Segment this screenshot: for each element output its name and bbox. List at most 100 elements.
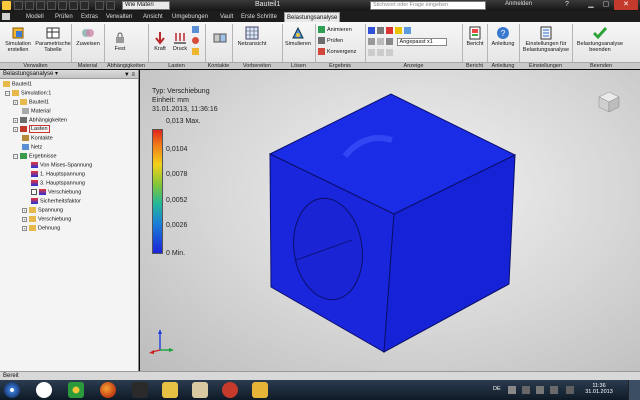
viewcube-icon[interactable] (598, 91, 620, 113)
inventor-logo-icon[interactable] (2, 1, 11, 10)
tree-node-results[interactable]: − Ergebnisse (13, 153, 57, 160)
tree-node-mesh[interactable]: Netz (22, 144, 42, 151)
chevron-down-icon[interactable]: ▾ (53, 71, 58, 77)
pressure-button[interactable]: Druck (170, 31, 190, 52)
minimize-button[interactable]: ▁ (584, 0, 598, 10)
new-icon[interactable] (14, 1, 23, 10)
tab-menu-icon[interactable] (2, 13, 10, 20)
icq-icon[interactable] (68, 382, 84, 398)
recorder-icon[interactable] (222, 382, 238, 398)
simulate-button[interactable]: Simulieren (285, 26, 311, 47)
parametric-table-button[interactable]: Parametrische Tabelle (34, 26, 72, 53)
tree-node-displacement[interactable]: Verschiebung (31, 189, 81, 196)
tree-node-safety-factor[interactable]: Sicherheitsfaktor (31, 198, 81, 205)
tab-umgebungen[interactable]: Umgebungen (170, 12, 210, 22)
tab-pruefen[interactable]: Prüfen (53, 12, 75, 22)
cat-app-icon[interactable] (36, 382, 52, 398)
home-icon[interactable] (69, 1, 78, 10)
open-icon[interactable] (25, 1, 34, 10)
expand-icon[interactable]: + (13, 99, 18, 105)
tree-node-part[interactable]: Bauteil1 (3, 81, 32, 88)
signin-link[interactable]: Anmelden (505, 1, 532, 7)
mesh-view-button[interactable]: Netzansicht (235, 26, 269, 47)
tree-node-part-ref[interactable]: + Bauteil1 (13, 99, 49, 106)
force-button[interactable]: Kraft (151, 31, 169, 52)
scale-dropdown[interactable]: Angepasst x1 (396, 38, 447, 46)
guide-button[interactable]: ? Anleitung (488, 26, 518, 47)
material-combo[interactable]: Wie Materi (122, 1, 170, 10)
minpoint-icon[interactable] (395, 27, 402, 34)
probe-label-icon[interactable] (386, 38, 393, 46)
expand-icon[interactable]: + (13, 117, 18, 123)
volume-icon[interactable] (536, 386, 544, 394)
contour-icon[interactable] (377, 27, 384, 34)
network-icon[interactable] (522, 386, 530, 394)
expand-icon[interactable]: + (22, 207, 27, 213)
color-bar-icon[interactable] (404, 27, 411, 34)
tree-node-stress[interactable]: + Spannung (22, 207, 63, 214)
collapse-icon[interactable]: − (13, 153, 18, 159)
maximize-button[interactable]: ▢ (599, 0, 613, 10)
close-button[interactable]: ✕ (614, 0, 638, 10)
vector-icon[interactable] (386, 49, 393, 56)
language-indicator[interactable]: DE (493, 386, 501, 392)
expand-icon[interactable]: + (22, 216, 27, 222)
select-icon[interactable] (80, 1, 89, 10)
expand-icon[interactable]: + (22, 225, 27, 231)
flag-icon[interactable] (550, 386, 558, 394)
tab-belastungsanalyse[interactable]: Belastungsanalyse (284, 12, 341, 22)
tray-icon[interactable] (508, 386, 516, 394)
media-player-icon[interactable] (132, 382, 148, 398)
maxpoint-icon[interactable] (386, 27, 393, 34)
color-swatch-icon[interactable] (95, 1, 104, 10)
gravity-button[interactable] (192, 48, 201, 55)
tab-verwalten[interactable]: Verwalten (104, 12, 134, 22)
cube-model[interactable] (140, 70, 640, 371)
firefox-icon[interactable] (100, 382, 116, 398)
show-desktop-button[interactable] (628, 380, 640, 400)
smooth-shading-icon[interactable] (368, 27, 375, 34)
animate-button[interactable]: Animieren (318, 26, 352, 33)
browser-header[interactable]: Belastungsanalyse ▾ ▼ ≡ (0, 70, 138, 79)
tab-modell[interactable]: Modell (24, 12, 46, 22)
save-icon[interactable] (36, 1, 45, 10)
power-icon[interactable] (566, 386, 574, 394)
inventor-taskbar-icon[interactable] (252, 382, 268, 398)
tab-extras[interactable]: Extras (79, 12, 100, 22)
moment-button[interactable] (192, 37, 201, 44)
contacts-button[interactable] (210, 31, 230, 46)
tree-node-vonmises[interactable]: Von Mises-Spannung (31, 162, 92, 169)
clock[interactable]: 11:36 31.01.2013 (584, 383, 614, 395)
tree-node-principal-1[interactable]: 1. Hauptspannung (31, 171, 85, 178)
update-icon[interactable] (106, 1, 115, 10)
expand-icon[interactable]: + (13, 126, 18, 132)
boundary-icon[interactable] (368, 38, 375, 46)
start-button-icon[interactable] (4, 382, 20, 398)
active-checkbox[interactable] (31, 189, 37, 195)
help-button[interactable]: ? (560, 0, 574, 10)
menu-icon[interactable]: ≡ (131, 72, 135, 78)
graphics-viewport[interactable]: Typ: Verschiebung Einheit: mm 31.01.2013… (140, 70, 640, 371)
bearing-load-button[interactable] (192, 26, 201, 33)
finish-analysis-button[interactable]: Belastungsanalyse beenden (574, 26, 626, 53)
tree-node-constraints[interactable]: + Abhängigkeiten (13, 117, 67, 124)
mesh-toggle-icon[interactable] (377, 38, 384, 46)
tree-node-loads[interactable]: + Lasten (13, 125, 50, 134)
fixed-constraint-button[interactable]: Fest (110, 31, 130, 52)
tree-node-strain[interactable]: + Dehnung (22, 225, 60, 232)
search-input[interactable]: Stichwort oder Frage eingeben (370, 1, 486, 10)
tab-vault[interactable]: Vault (218, 12, 235, 22)
tree-node-simulation[interactable]: − Simulation:1 (5, 90, 51, 97)
wireframe-icon[interactable] (377, 49, 384, 56)
report-button[interactable]: Bericht (464, 26, 486, 47)
filter-icon[interactable]: ▼ (124, 72, 130, 78)
check-button[interactable]: Prüfen (318, 37, 343, 44)
tree-node-principal-3[interactable]: 3. Hauptspannung (31, 180, 85, 187)
tree-node-contacts[interactable]: Kontakte (22, 135, 53, 142)
redo-icon[interactable] (58, 1, 67, 10)
tree-node-material[interactable]: Material (22, 108, 51, 115)
explorer-folder-icon[interactable] (162, 382, 178, 398)
collapse-icon[interactable]: − (5, 90, 10, 96)
undo-icon[interactable] (47, 1, 56, 10)
tree-node-displacement-folder[interactable]: + Verschiebung (22, 216, 71, 223)
